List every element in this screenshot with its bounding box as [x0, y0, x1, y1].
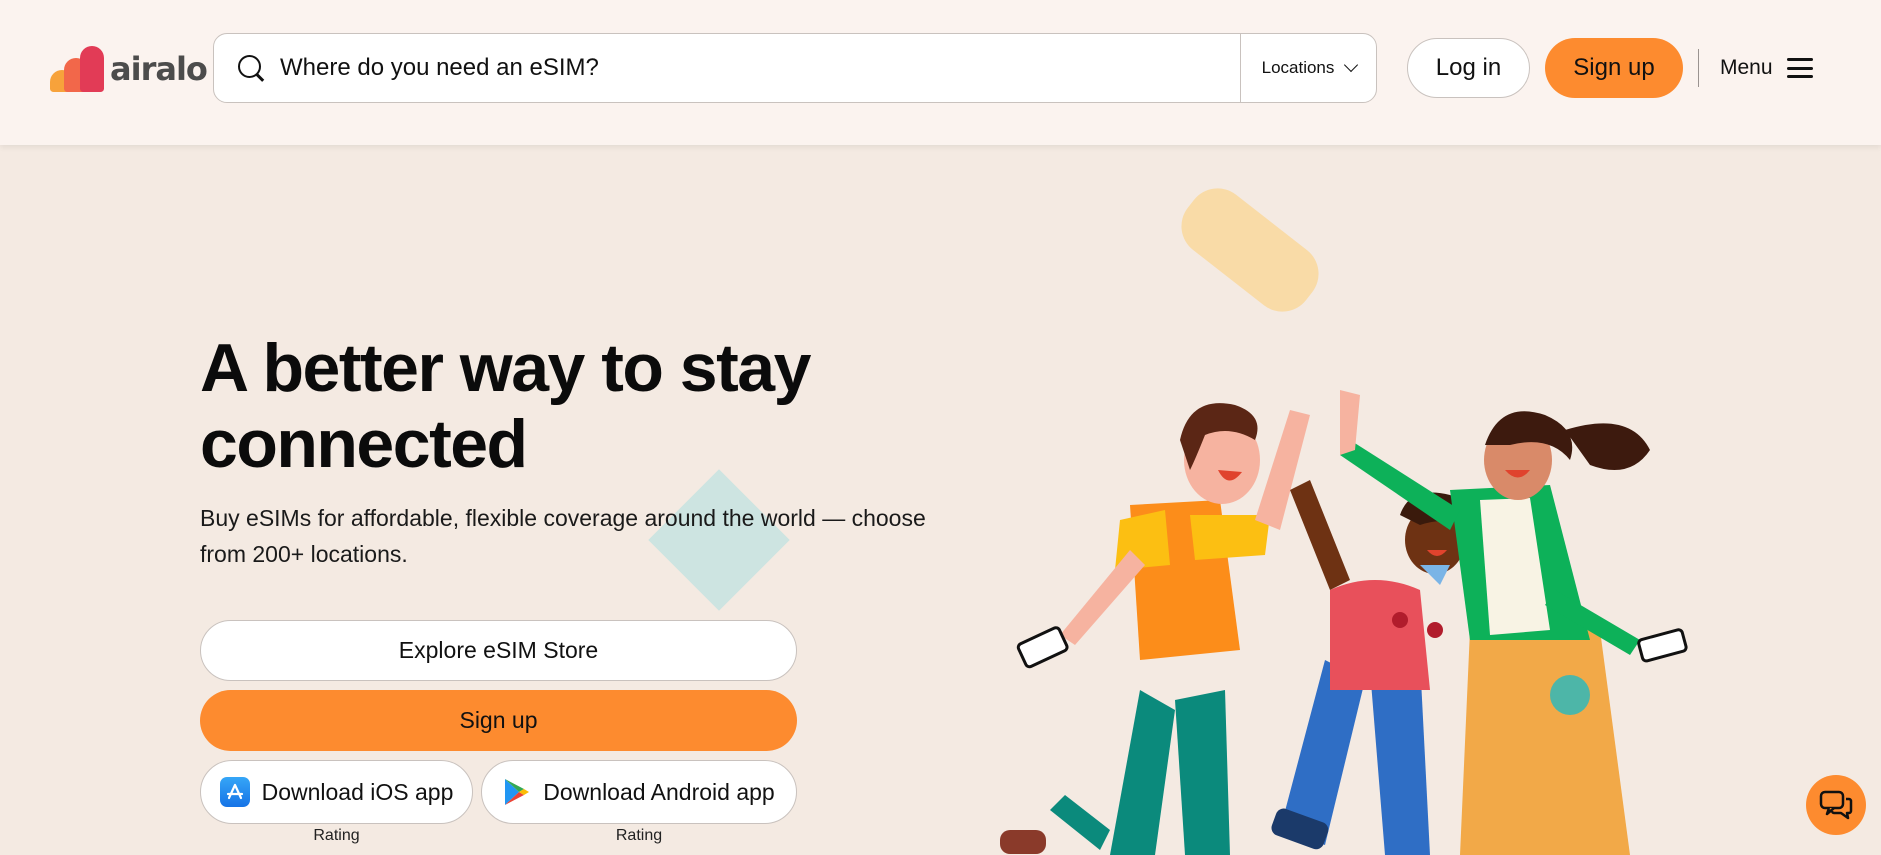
download-ios-button[interactable]: Download iOS app — [200, 760, 473, 824]
airalo-logo[interactable]: airalo — [50, 46, 208, 92]
app-store-icon — [219, 777, 250, 807]
hero-illustration — [1000, 390, 1688, 855]
logo-text: airalo — [110, 50, 208, 88]
header-divider — [1698, 49, 1699, 87]
chat-button[interactable] — [1806, 775, 1866, 835]
chat-icon — [1819, 790, 1853, 820]
locations-dropdown[interactable]: Locations — [1241, 34, 1377, 102]
logo-mark-icon — [50, 46, 106, 92]
header-signup-button[interactable]: Sign up — [1545, 38, 1683, 98]
decorative-tile — [1169, 176, 1331, 324]
hero-signup-button[interactable]: Sign up — [200, 690, 797, 751]
menu-label: Menu — [1720, 56, 1773, 79]
chevron-down-icon — [1344, 57, 1359, 73]
login-button[interactable]: Log in — [1407, 38, 1530, 98]
headline-line-2: connected — [200, 406, 528, 482]
menu-button[interactable]: Menu — [1720, 50, 1813, 86]
ios-button-label: Download iOS app — [261, 778, 454, 805]
explore-esim-store-button[interactable]: Explore eSIM Store — [200, 620, 797, 681]
hero-headline: A better way to stay connected — [200, 330, 900, 482]
android-button-label: Download Android app — [543, 778, 775, 805]
android-rating-label: Rating — [615, 827, 663, 844]
site-header: airalo Locations Log in Sign up Menu — [0, 0, 1881, 145]
google-play-icon — [505, 779, 530, 805]
download-android-button[interactable]: Download Android app — [481, 760, 797, 824]
search-bar: Locations — [213, 33, 1377, 103]
person-orange-shirt — [1000, 403, 1310, 855]
headline-line-1: A better way to stay — [200, 330, 811, 406]
hero-subtext: Buy eSIMs for affordable, flexible cover… — [200, 505, 926, 567]
person-red-top — [1271, 480, 1471, 855]
hamburger-menu-icon — [1786, 58, 1813, 78]
locations-label: Locations — [1261, 58, 1335, 77]
search-input[interactable] — [280, 54, 1180, 82]
search-icon — [236, 53, 266, 83]
ios-rating-label: Rating — [313, 827, 360, 844]
